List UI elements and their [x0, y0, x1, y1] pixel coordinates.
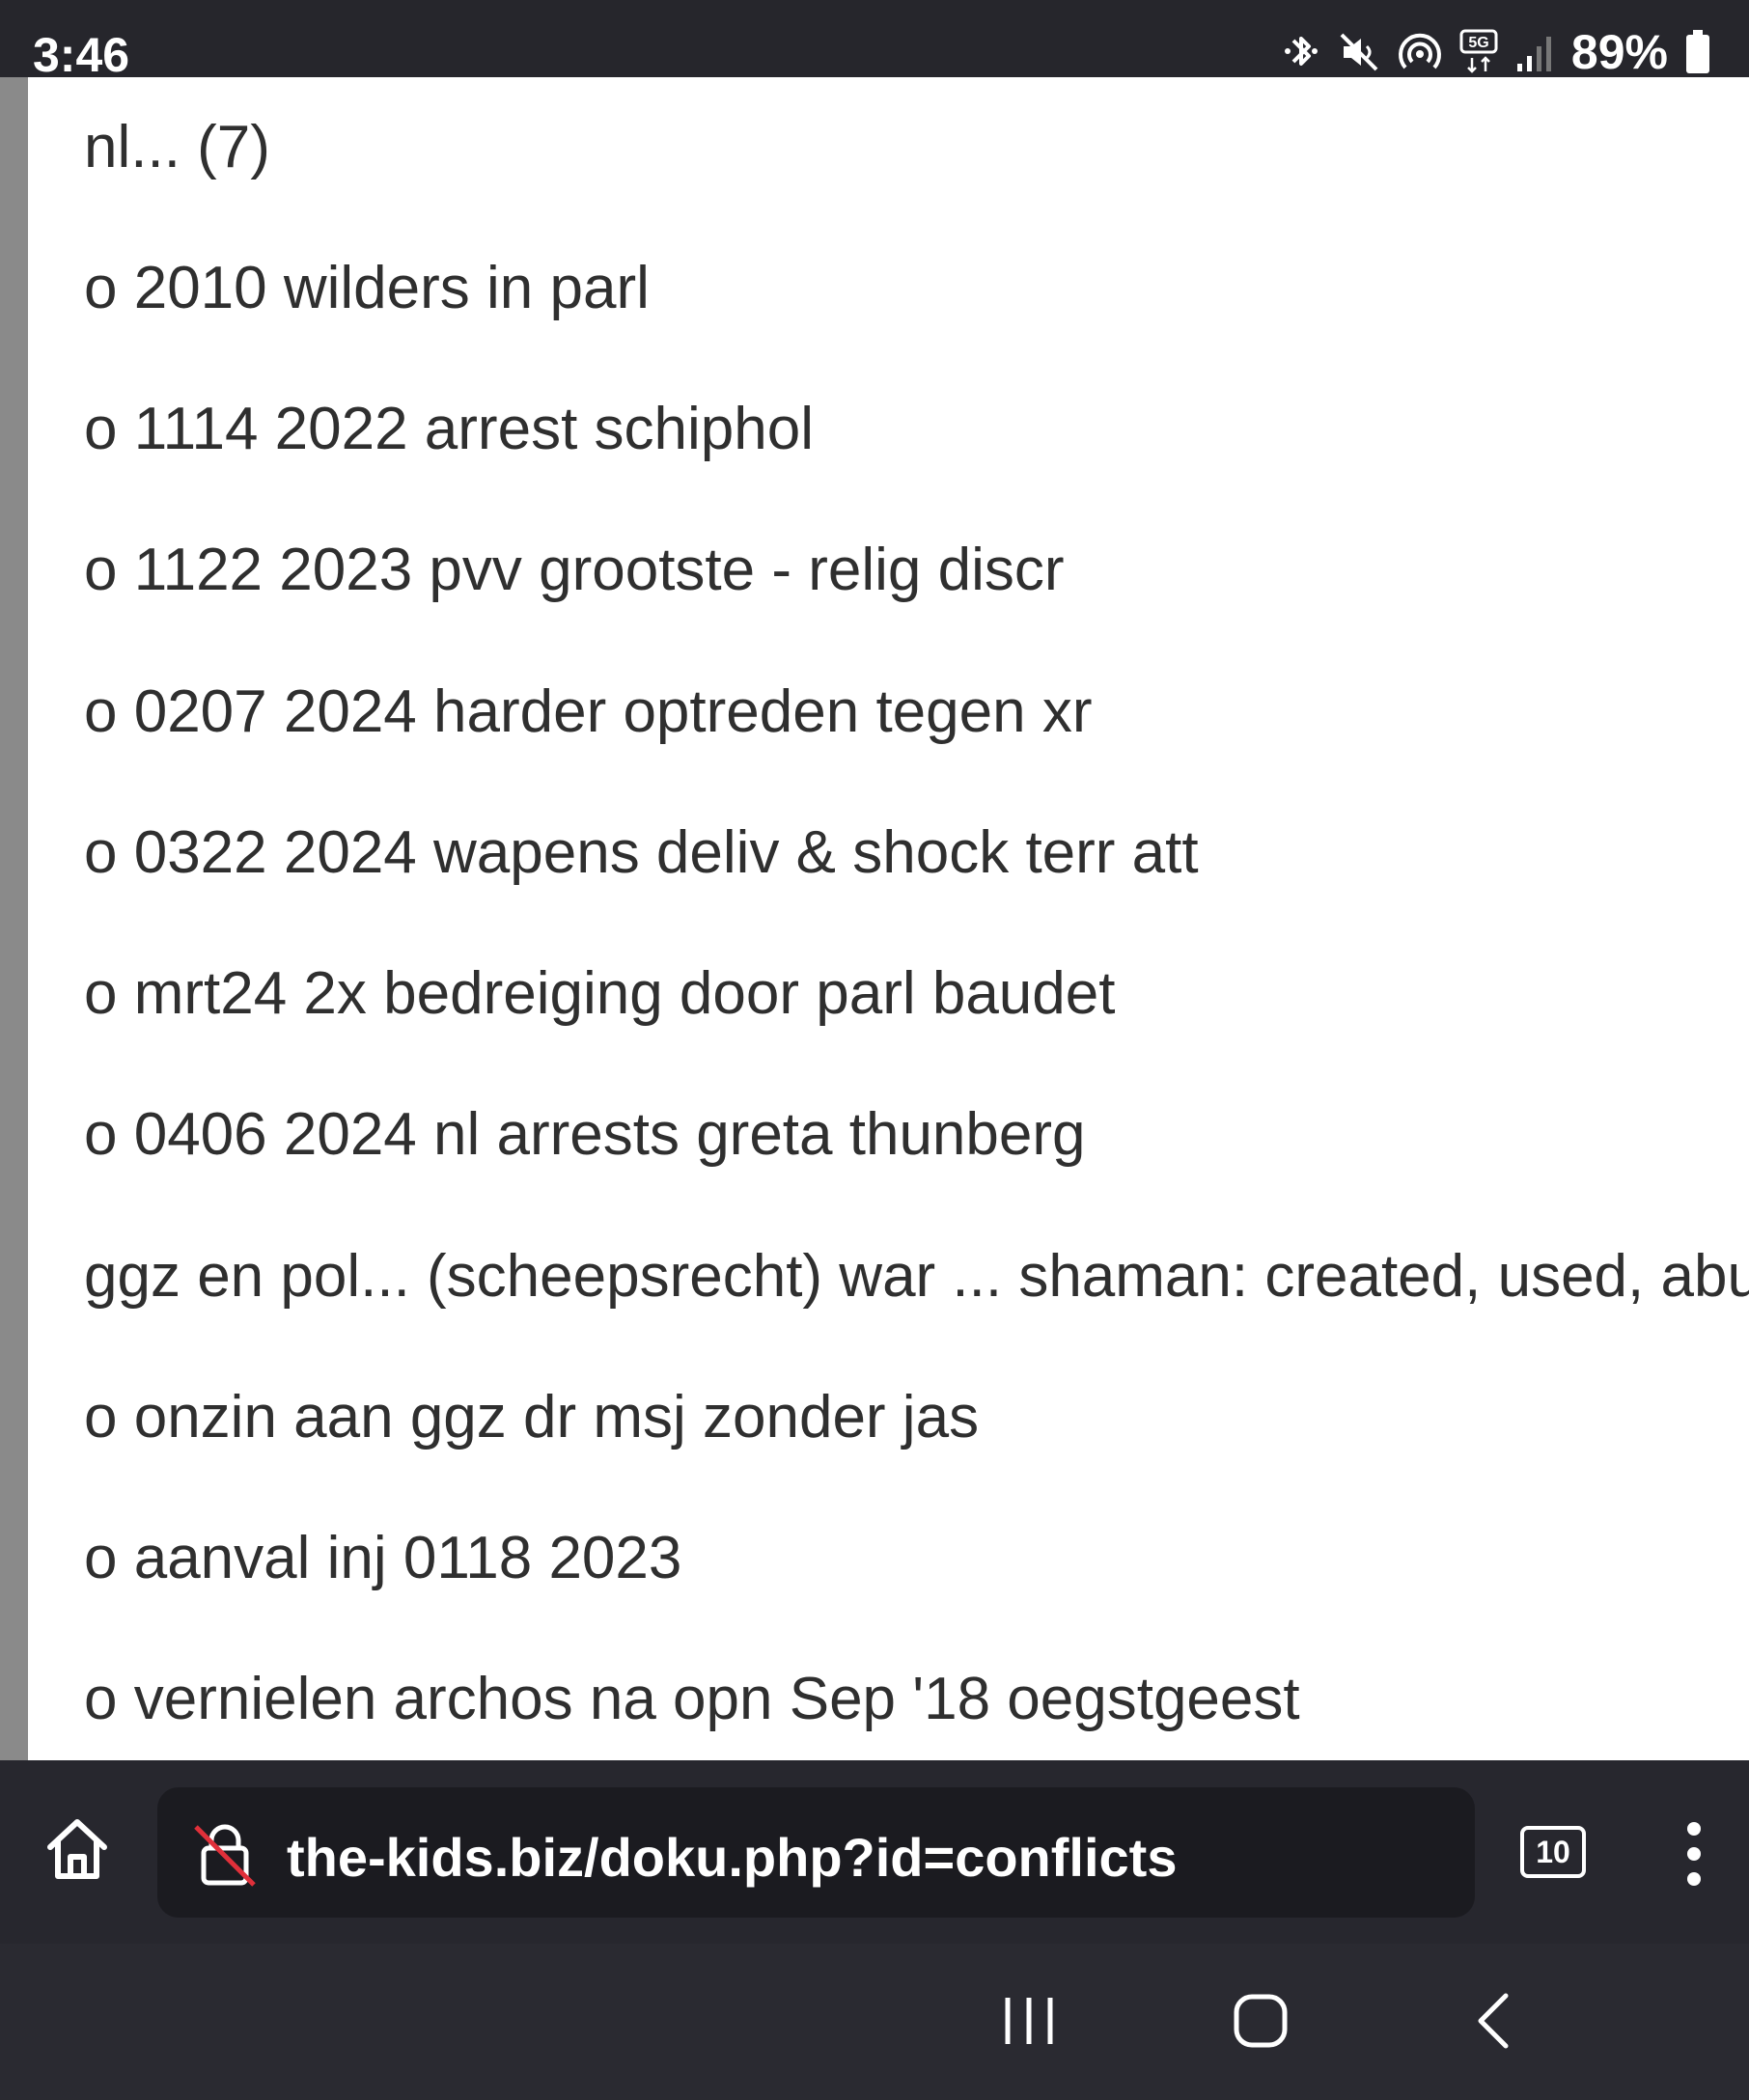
- more-options-icon[interactable]: [1680, 1820, 1708, 1888]
- mute-icon: [1340, 33, 1378, 71]
- page-left-rail: [0, 77, 28, 1760]
- system-navigation-bar: [0, 1944, 1749, 2100]
- insecure-lock-icon[interactable]: [192, 1821, 258, 1887]
- recents-icon[interactable]: [1002, 1992, 1056, 2050]
- tabs-button[interactable]: 10: [1520, 1826, 1586, 1878]
- url-text[interactable]: the-kids.biz/doku.php?id=conflicts: [287, 1826, 1177, 1889]
- page-content-area[interactable]: nl... (7) o 2010 wilders in parl o 1114 …: [0, 77, 1749, 1760]
- list-item: o 1114 2022 arrest schiphol: [84, 396, 814, 462]
- signal-icon: [1516, 37, 1551, 71]
- 5g-icon: 5G: [1459, 29, 1498, 73]
- 5g-badge-text: 5G: [1468, 35, 1488, 51]
- home-icon[interactable]: [42, 1814, 112, 1884]
- list-item: o 0406 2024 nl arrests greta thunberg: [84, 1101, 1086, 1168]
- hotspot-icon: [1398, 33, 1441, 69]
- list-item: o mrt24 2x bedreiging door parl baudet: [84, 960, 1116, 1027]
- battery-percent: 89%: [1570, 25, 1668, 79]
- browser-toolbar: the-kids.biz/doku.php?id=conflicts 10: [0, 1760, 1749, 1944]
- status-time: 3:46: [33, 28, 130, 82]
- bluetooth-icon: [1284, 37, 1318, 66]
- list-item: o aanval inj 0118 2023: [84, 1525, 682, 1591]
- status-icons: 5G 89%: [1282, 25, 1710, 79]
- list-item: o 2010 wilders in parl: [84, 255, 650, 321]
- page-text-content: nl... (7) o 2010 wilders in parl o 1114 …: [84, 77, 1749, 1760]
- status-bar: 3:46 5G 89%: [0, 0, 1749, 82]
- list-item: o 0322 2024 wapens deliv & shock terr at…: [84, 819, 1199, 886]
- list-item: ggz en pol... (scheepsrecht) war ... sha…: [84, 1243, 1749, 1310]
- home-nav-icon[interactable]: [1232, 1992, 1290, 2050]
- back-icon[interactable]: [1473, 1992, 1515, 2050]
- list-item: o onzin aan ggz dr msj zonder jas: [84, 1384, 980, 1451]
- list-item: o vernielen archos na opn Sep '18 oegstg…: [84, 1666, 1300, 1732]
- address-bar[interactable]: the-kids.biz/doku.php?id=conflicts: [157, 1787, 1475, 1918]
- battery-icon: [1686, 30, 1709, 73]
- list-item: o 1122 2023 pvv grootste - relig discr: [84, 537, 1065, 603]
- list-item: o 0207 2024 harder optreden tegen xr: [84, 678, 1093, 745]
- list-item: nl... (7): [84, 114, 270, 180]
